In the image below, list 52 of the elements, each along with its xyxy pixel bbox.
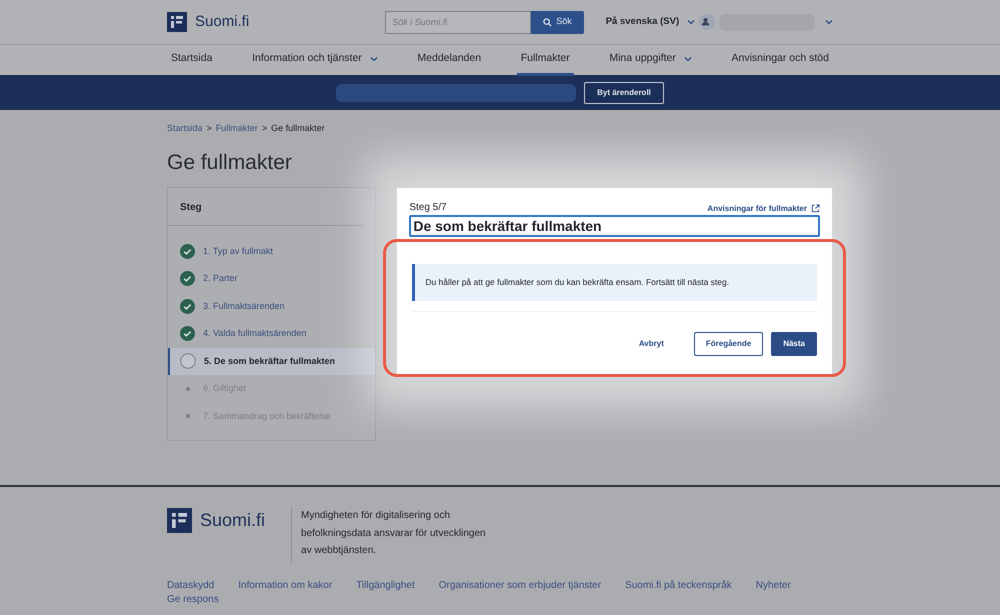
- nav-tab[interactable]: Meddelanden: [413, 44, 486, 76]
- footer-link[interactable]: Nyheter: [756, 580, 791, 592]
- footer-link[interactable]: Dataskydd: [167, 580, 214, 592]
- check-icon: [180, 298, 195, 314]
- breadcrumb-separator: >: [262, 122, 268, 135]
- nav-tab[interactable]: Mina uppgifter: [605, 44, 696, 76]
- step-link[interactable]: 4. Valda fullmaktsärenden: [203, 327, 306, 341]
- step-counter: Steg 5/7: [409, 200, 447, 215]
- search-field[interactable]: Sök i Suomi.fi: [385, 10, 532, 34]
- dot-icon: [186, 414, 190, 418]
- logo-icon: [167, 12, 187, 32]
- footer-link[interactable]: Ge respons: [167, 594, 219, 606]
- cancel-button[interactable]: Avbryt: [626, 332, 676, 356]
- dot-icon: [186, 386, 190, 391]
- footer-link[interactable]: Organisationer som erbjuder tjänster: [438, 580, 602, 592]
- search-button[interactable]: Sök: [531, 10, 584, 34]
- info-message: Du håller på att ge fullmakter som du kan bekräfta ensam. Fortsätt till nästa steg.: [412, 264, 817, 302]
- footer-link[interactable]: Tillgänglighet: [356, 580, 415, 592]
- breadcrumb-current: Ge fullmakter: [271, 122, 325, 135]
- breadcrumb-link[interactable]: Startsida: [167, 122, 203, 136]
- steps-heading: Steg: [168, 200, 364, 226]
- check-icon: [180, 326, 195, 342]
- logo-text: Suomi.fi: [200, 509, 266, 532]
- external-link-icon: [811, 204, 820, 214]
- language-selector[interactable]: På svenska (SV): [606, 14, 696, 30]
- nav-tab[interactable]: Startsida: [167, 44, 216, 76]
- help-link[interactable]: Anvisningar för fullmakter: [707, 202, 820, 215]
- step-link[interactable]: 1. Typ av fullmakt: [203, 244, 273, 258]
- search-icon: [543, 18, 552, 26]
- breadcrumb-separator: >: [206, 122, 212, 135]
- step-heading: De som bekräftar fullmakten: [409, 214, 820, 238]
- step-link[interactable]: 3. Fullmaktsärenden: [203, 300, 285, 314]
- check-icon: [180, 271, 195, 286]
- breadcrumb-link[interactable]: Fullmakter: [216, 122, 258, 136]
- previous-button[interactable]: Föregående: [694, 332, 764, 356]
- chevron-down-icon[interactable]: [825, 19, 833, 25]
- step-link[interactable]: 5. De som bekräftar fullmakten: [204, 354, 336, 368]
- page-title: Ge fullmakter: [167, 150, 293, 175]
- change-role-button[interactable]: Byt ärenderoll: [584, 82, 664, 104]
- footer-link[interactable]: Information om kakor: [238, 580, 332, 592]
- logo-text[interactable]: Suomi.fi: [195, 10, 250, 34]
- footer-link[interactable]: Suomi.fi på teckenspråk: [625, 580, 732, 592]
- step-link[interactable]: 2. Parter: [203, 272, 238, 286]
- nav-tab[interactable]: Anvisningar och stöd: [728, 44, 833, 76]
- check-icon: [180, 244, 195, 259]
- user-icon[interactable]: [699, 14, 715, 30]
- circle-icon: [180, 353, 196, 370]
- logo-icon: [167, 508, 192, 533]
- footer-description: Myndigheten för digitalisering och befolkningsdata ansvarar för utvecklingen av webbtjänsten.: [291, 507, 496, 564]
- next-button[interactable]: Nästa: [771, 332, 817, 356]
- nav-tab[interactable]: Information och tjänster: [248, 44, 382, 76]
- chevron-down-icon: [687, 19, 696, 25]
